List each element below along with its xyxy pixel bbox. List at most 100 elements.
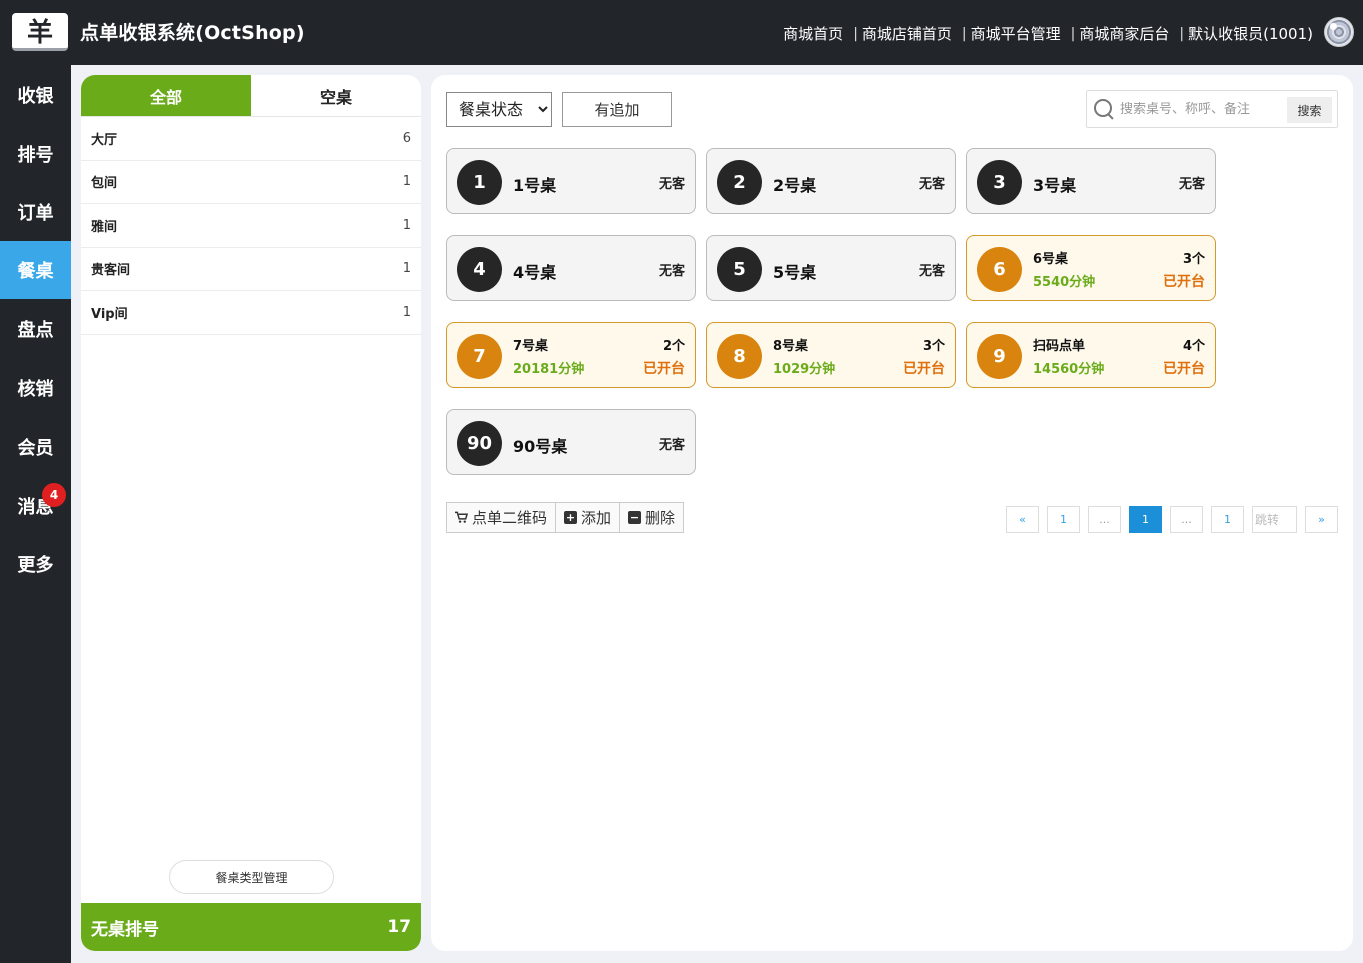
app-logo[interactable]: 羊 xyxy=(12,13,68,51)
table-name: 90号桌 xyxy=(513,437,568,456)
page-current-button[interactable]: 1 xyxy=(1129,506,1162,533)
link-merchant-admin[interactable]: 商城商家后台 xyxy=(1079,23,1169,44)
table-card[interactable]: 4 4号桌 无客 xyxy=(446,235,696,301)
queue-label: 无桌排号 xyxy=(91,919,159,940)
table-status: 已开台 xyxy=(643,361,685,377)
category-row-vip[interactable]: Vip间 1 xyxy=(81,291,421,335)
page-ellipsis: ... xyxy=(1088,506,1121,533)
table-number-badge: 6 xyxy=(977,247,1022,292)
table-number-badge: 3 xyxy=(977,160,1022,205)
has-append-button[interactable]: 有追加 xyxy=(562,92,672,127)
table-name: 1号桌 xyxy=(513,176,557,195)
table-name: 7号桌 xyxy=(513,339,549,354)
logo-glyph: 羊 xyxy=(26,18,53,48)
table-number-badge: 7 xyxy=(457,334,502,379)
table-card[interactable]: 3 3号桌 无客 xyxy=(966,148,1216,214)
filter-tabs: 全部 空桌 xyxy=(81,75,421,117)
table-card-occupied[interactable]: 6 6号桌 3个 5540分钟 已开台 xyxy=(966,235,1216,301)
category-count: 1 xyxy=(402,217,411,233)
table-card-occupied[interactable]: 7 7号桌 2个 20181分钟 已开台 xyxy=(446,322,696,388)
search-button[interactable]: 搜索 xyxy=(1287,97,1332,123)
table-name: 6号桌 xyxy=(1033,252,1069,267)
sidebar-item-more[interactable]: 更多 xyxy=(0,535,71,593)
minus-square-icon: − xyxy=(628,511,642,524)
table-status: 已开台 xyxy=(1163,274,1205,290)
category-name: 雅间 xyxy=(91,219,118,235)
sidebar-item-tables[interactable]: 餐桌 xyxy=(0,241,71,299)
table-card[interactable]: 1 1号桌 无客 xyxy=(446,148,696,214)
search-input[interactable] xyxy=(1120,101,1280,117)
delete-table-button[interactable]: − 删除 xyxy=(620,503,684,532)
page-next-button[interactable]: » xyxy=(1305,506,1338,533)
open-duration: 5540分钟 xyxy=(1033,275,1096,290)
table-status: 无客 xyxy=(658,264,685,279)
open-duration: 1029分钟 xyxy=(773,362,836,377)
sidebar-item-cashier[interactable]: 收银 xyxy=(0,66,71,124)
table-status: 无客 xyxy=(658,438,685,453)
category-row-elegant-room[interactable]: 雅间 1 xyxy=(81,204,421,248)
table-number-badge: 5 xyxy=(717,247,762,292)
category-name: 包间 xyxy=(91,176,118,192)
page-last-button[interactable]: 1 xyxy=(1211,506,1244,533)
add-table-button[interactable]: + 添加 xyxy=(556,503,621,532)
table-card-occupied[interactable]: 8 8号桌 3个 1029分钟 已开台 xyxy=(706,322,956,388)
sidebar: 收银 排号 订单 餐桌 盘点 核销 会员 消息 4 更多 xyxy=(0,65,71,963)
table-name: 5号桌 xyxy=(773,263,817,282)
page-prev-button[interactable]: « xyxy=(1006,506,1039,533)
nav-separator: | xyxy=(1070,25,1076,42)
category-count: 1 xyxy=(402,174,411,190)
link-mall-home[interactable]: 商城首页 xyxy=(783,23,843,44)
qrcode-button[interactable]: 点单二维码 xyxy=(447,503,557,532)
category-row-private-room[interactable]: 包间 1 xyxy=(81,161,421,204)
tab-empty[interactable]: 空桌 xyxy=(251,75,421,116)
search-box: 搜索 xyxy=(1086,90,1338,128)
link-platform-admin[interactable]: 商城平台管理 xyxy=(971,23,1061,44)
nav-separator: | xyxy=(1179,25,1185,42)
table-status: 无客 xyxy=(1178,177,1205,192)
page-jump-input[interactable]: 跳转 xyxy=(1252,506,1297,533)
table-action-group: 点单二维码 + 添加 − 删除 xyxy=(446,502,685,533)
table-status-select[interactable]: 餐桌状态 xyxy=(446,92,552,127)
no-table-queue-bar[interactable]: 无桌排号 17 xyxy=(81,903,421,951)
guest-count: 3个 xyxy=(1182,252,1205,267)
app-title: 点单收银系统(OctShop) xyxy=(80,22,305,44)
table-name: 8号桌 xyxy=(773,339,809,354)
link-store-home[interactable]: 商城店铺首页 xyxy=(862,23,952,44)
sidebar-item-inventory[interactable]: 盘点 xyxy=(0,300,71,358)
category-count: 1 xyxy=(402,261,411,277)
qrcode-label: 点单二维码 xyxy=(472,509,548,527)
table-card[interactable]: 5 5号桌 无客 xyxy=(706,235,956,301)
table-card-occupied[interactable]: 9 扫码点单 4个 14560分钟 已开台 xyxy=(966,322,1216,388)
guest-count: 4个 xyxy=(1182,339,1205,354)
category-row-guest-room[interactable]: 贵客间 1 xyxy=(81,248,421,291)
top-nav: 商城首页 | 商城店铺首页 | 商城平台管理 | 商城商家后台 | 默认收银员(… xyxy=(783,23,1313,44)
sidebar-item-orders[interactable]: 订单 xyxy=(0,183,71,241)
open-duration: 14560分钟 xyxy=(1033,362,1105,377)
category-count: 6 xyxy=(402,130,411,146)
sidebar-item-verify[interactable]: 核销 xyxy=(0,359,71,417)
category-count: 1 xyxy=(402,304,411,320)
category-row-hall[interactable]: 大厅 6 xyxy=(81,117,421,161)
guest-count: 3个 xyxy=(922,339,945,354)
guest-count: 2个 xyxy=(662,339,685,354)
table-number-badge: 8 xyxy=(717,334,762,379)
top-header: 羊 点单收银系统(OctShop) 商城首页 | 商城店铺首页 | 商城平台管理… xyxy=(0,0,1363,65)
current-cashier[interactable]: 默认收银员(1001) xyxy=(1188,23,1313,44)
sidebar-item-members[interactable]: 会员 xyxy=(0,418,71,476)
page-first-button[interactable]: 1 xyxy=(1047,506,1080,533)
table-number-badge: 9 xyxy=(977,334,1022,379)
table-card[interactable]: 2 2号桌 无客 xyxy=(706,148,956,214)
sidebar-item-queue[interactable]: 排号 xyxy=(0,125,71,183)
table-category-panel: 全部 空桌 大厅 6 包间 1 雅间 1 贵客间 1 Vip间 1 餐桌类型管理… xyxy=(81,75,421,951)
table-type-manage-button[interactable]: 餐桌类型管理 xyxy=(169,860,334,894)
nav-separator: | xyxy=(853,25,858,42)
category-name: 贵客间 xyxy=(91,263,131,279)
table-name: 2号桌 xyxy=(773,176,817,195)
sidebar-item-messages[interactable]: 消息 4 xyxy=(0,477,71,535)
avatar[interactable] xyxy=(1324,17,1354,47)
tab-all[interactable]: 全部 xyxy=(81,75,251,116)
pagination: « 1 ... 1 ... 1 跳转 » xyxy=(998,506,1338,533)
table-status: 已开台 xyxy=(903,361,945,377)
cart-icon xyxy=(455,511,468,524)
table-card[interactable]: 90 90号桌 无客 xyxy=(446,409,696,475)
